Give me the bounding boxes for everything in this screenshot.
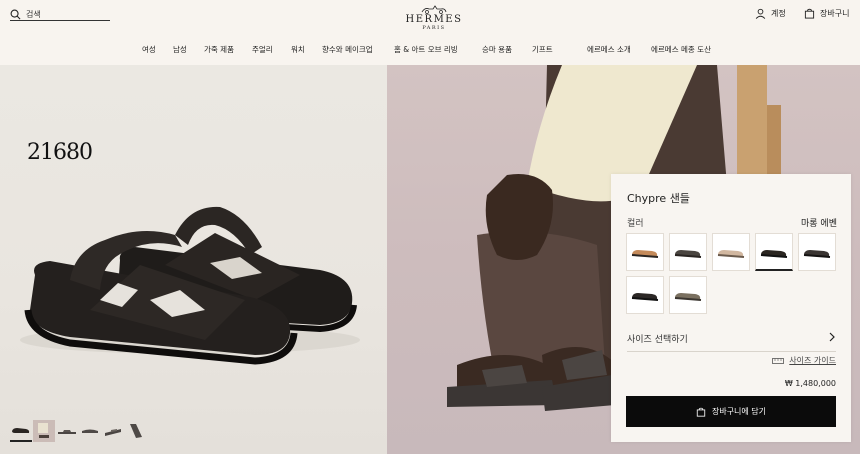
color-swatch-6[interactable] <box>626 276 664 314</box>
color-swatch-5[interactable] <box>798 233 836 271</box>
thumbnail-1[interactable] <box>10 420 32 442</box>
selected-color-name: 마롱 에벤 <box>801 219 837 229</box>
cart-link[interactable]: 장바구니 <box>804 8 849 19</box>
site-header: HERMES PARIS 계정 장바구니 여성 남성 가죽 제품 주얼리 워치 … <box>0 0 860 65</box>
nav-item-men[interactable]: 남성 <box>173 44 187 55</box>
nav-item-watches[interactable]: 워치 <box>291 44 305 55</box>
thumbnail-3[interactable] <box>56 420 78 442</box>
color-swatch-2[interactable] <box>669 233 707 271</box>
size-selector-label: 사이즈 선택하기 <box>627 335 688 345</box>
cart-label: 장바구니 <box>820 9 850 18</box>
product-code-watermark: 21680 <box>27 140 93 165</box>
search-bar[interactable] <box>10 8 110 21</box>
color-swatch-3[interactable] <box>712 233 750 271</box>
user-icon <box>755 8 766 19</box>
thumbnail-2[interactable] <box>33 420 55 442</box>
main-nav: 여성 남성 가죽 제품 주얼리 워치 향수와 메이크업 홈 & 아트 오브 리빙… <box>0 44 860 56</box>
thumbnail-6[interactable] <box>125 420 147 442</box>
nav-item-about[interactable]: 에르메스 소개 <box>587 44 631 55</box>
ruler-icon <box>772 357 785 364</box>
search-input[interactable] <box>26 9 106 19</box>
image-thumbnails <box>10 416 148 442</box>
nav-item-maison-dosan[interactable]: 에르메스 메종 도산 <box>651 44 711 55</box>
nav-item-perfume-makeup[interactable]: 향수와 메이크업 <box>322 44 373 55</box>
nav-item-leather-goods[interactable]: 가죽 제품 <box>204 44 234 55</box>
search-icon[interactable] <box>10 9 21 20</box>
hermes-logo[interactable]: HERMES PARIS <box>404 4 464 31</box>
nav-item-gifts[interactable]: 기프트 <box>532 44 553 55</box>
thumbnail-5[interactable] <box>102 420 124 442</box>
color-swatch-1[interactable] <box>626 233 664 271</box>
product-price: ₩ 1,480,000 <box>784 379 836 388</box>
carriage-logo-icon <box>421 5 447 14</box>
account-link[interactable]: 계정 <box>755 8 786 19</box>
account-label: 계정 <box>771 9 786 18</box>
shopping-bag-icon <box>696 407 706 417</box>
product-image-main[interactable]: 21680 <box>0 65 387 454</box>
color-label: 컬러 <box>627 219 644 229</box>
nav-item-women[interactable]: 여성 <box>142 44 156 55</box>
chevron-right-icon <box>829 332 835 342</box>
thumbnail-4[interactable] <box>79 420 101 442</box>
shopping-bag-icon <box>804 8 815 19</box>
size-selector[interactable]: 사이즈 선택하기 <box>627 332 836 352</box>
size-guide-link[interactable]: 사이즈 가이드 <box>772 355 836 366</box>
size-guide-label: 사이즈 가이드 <box>789 356 836 365</box>
nav-item-home-living[interactable]: 홈 & 아트 오브 리빙 <box>394 44 458 55</box>
add-to-cart-button[interactable]: 장바구니에 담기 <box>626 396 836 427</box>
nav-item-equestrian[interactable]: 승마 용품 <box>482 44 512 55</box>
product-detail-card: Chypre 샌들 컬러 마롱 에벤 사이즈 선택하기 사이즈 가이드 ₩ 1,… <box>611 174 851 442</box>
logo-wordmark: HERMES <box>405 14 463 25</box>
add-to-cart-label: 장바구니에 담기 <box>711 407 767 416</box>
sandal-product-image <box>20 206 360 365</box>
color-swatch-4[interactable] <box>755 233 793 271</box>
product-title: Chypre 샌들 <box>627 192 690 205</box>
color-swatch-7[interactable] <box>669 276 707 314</box>
nav-item-jewelry[interactable]: 주얼리 <box>252 44 273 55</box>
logo-city: PARIS <box>422 25 446 31</box>
